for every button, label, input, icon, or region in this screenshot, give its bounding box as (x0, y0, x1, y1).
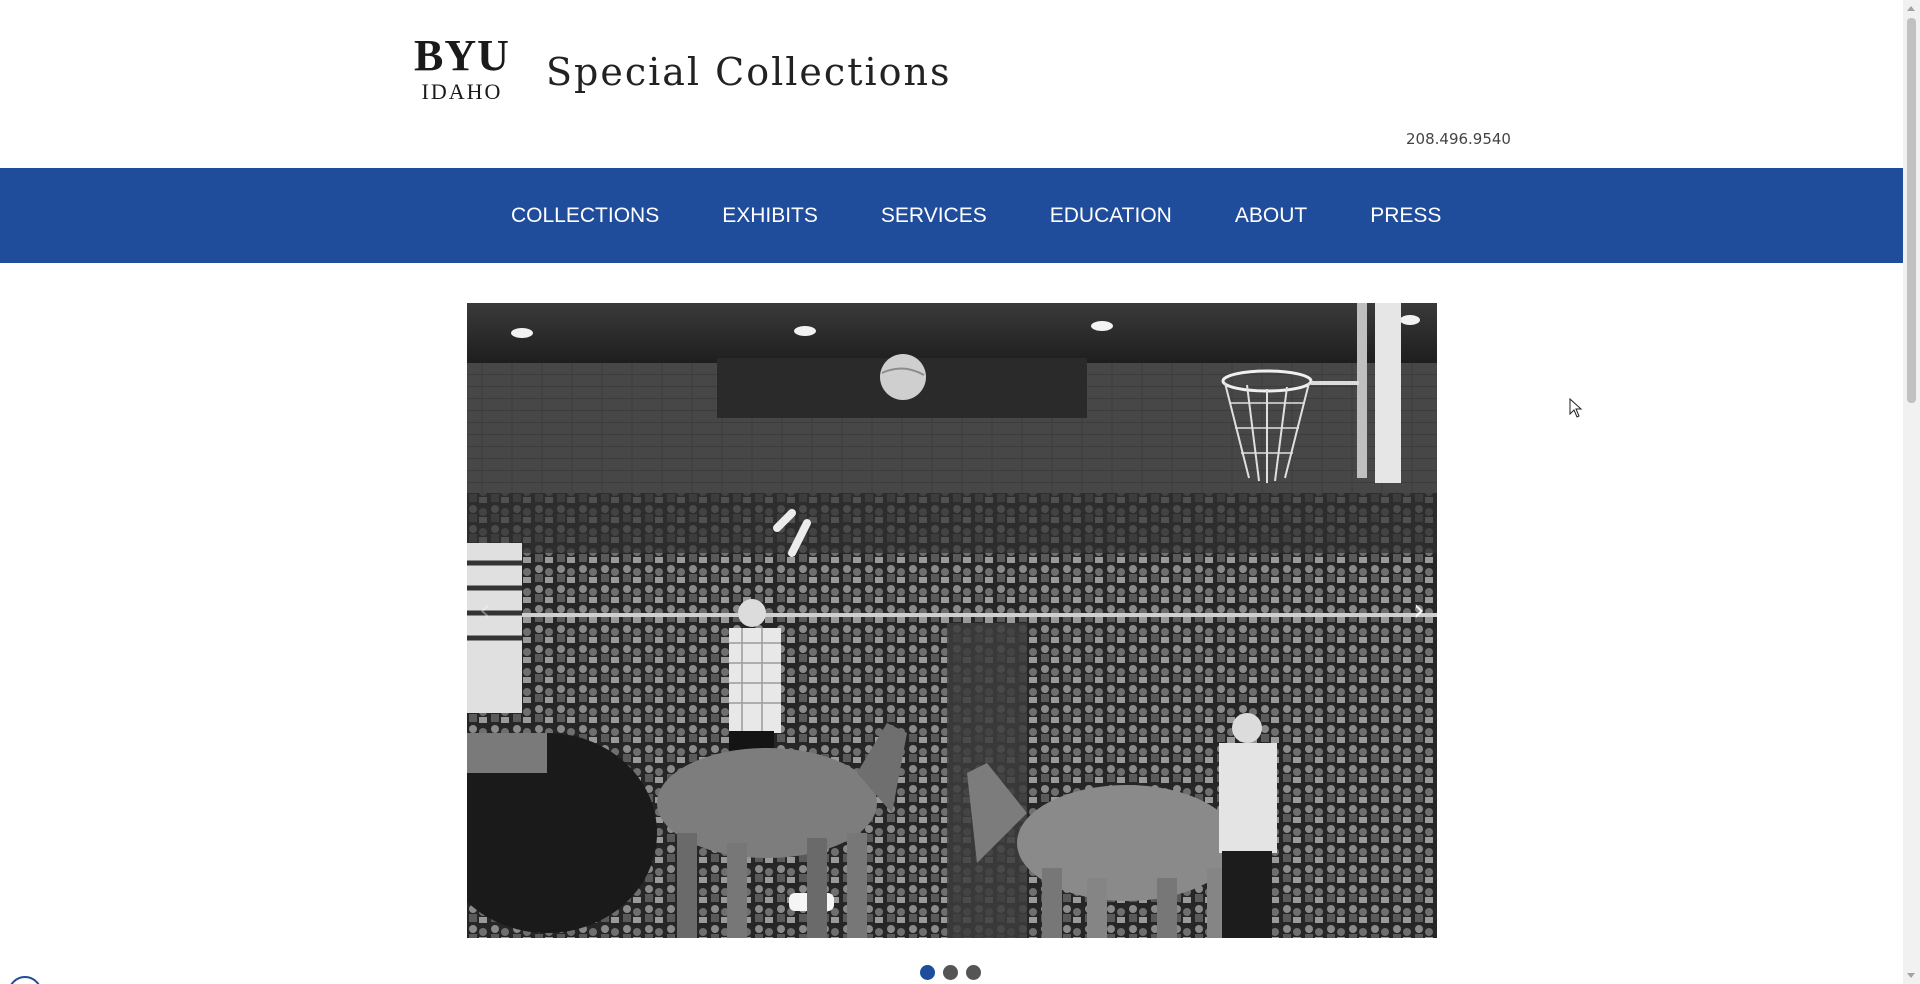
accessibility-badge-icon[interactable] (8, 976, 42, 984)
logo-byu-text: BYU (414, 31, 510, 80)
scroll-down-arrow-icon[interactable] (1907, 973, 1915, 978)
carousel-next-arrow[interactable]: › (1413, 593, 1425, 628)
nav-item-services[interactable]: SERVICES (881, 204, 987, 228)
page-scrollbar[interactable] (1903, 0, 1920, 984)
nav-item-education[interactable]: EDUCATION (1050, 204, 1172, 228)
carousel-indicators (920, 965, 981, 980)
carousel-dot-3[interactable] (966, 965, 981, 980)
nav-item-collections[interactable]: COLLECTIONS (511, 204, 659, 228)
mouse-cursor-icon (1569, 397, 1583, 422)
page: BYU IDAHO Special Collections 208.496.95… (0, 0, 1920, 984)
nav-item-about[interactable]: ABOUT (1235, 204, 1307, 228)
carousel-prev-arrow[interactable]: ‹ (479, 593, 491, 628)
nav-item-exhibits[interactable]: EXHIBITS (722, 204, 818, 228)
nav-item-press[interactable]: PRESS (1370, 204, 1441, 228)
carousel-slide-image (467, 303, 1437, 938)
logo-idaho-text: IDAHO (421, 79, 503, 104)
phone-number: 208.496.9540 (1406, 130, 1511, 148)
carousel-dot-2[interactable] (943, 965, 958, 980)
hero-carousel[interactable]: ‹ › (467, 303, 1437, 938)
nav-list: COLLECTIONS EXHIBITS SERVICES EDUCATION … (511, 168, 1504, 263)
byu-idaho-logo[interactable]: BYU IDAHO (411, 31, 513, 104)
scroll-thumb[interactable] (1907, 18, 1916, 403)
site-title[interactable]: Special Collections (546, 50, 951, 94)
carousel-dot-1[interactable] (920, 965, 935, 980)
scroll-up-arrow-icon[interactable] (1907, 6, 1915, 11)
main-navigation: COLLECTIONS EXHIBITS SERVICES EDUCATION … (0, 168, 1903, 263)
